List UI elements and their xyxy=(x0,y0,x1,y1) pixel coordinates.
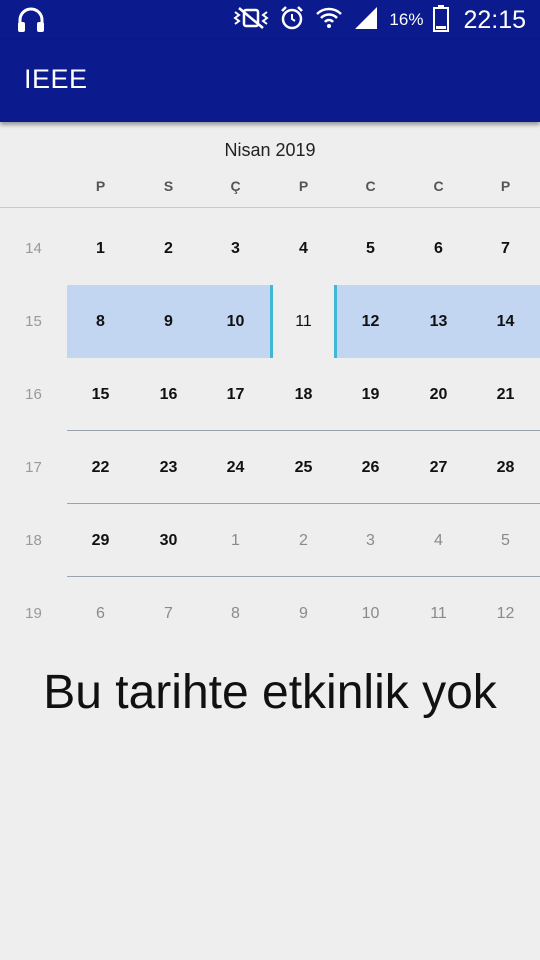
day-cell[interactable]: 2 xyxy=(135,212,202,285)
week-number: 14 xyxy=(25,240,42,257)
week-row: 17 22 23 24 25 26 27 28 xyxy=(0,431,540,504)
weekday-label: Ç xyxy=(230,178,241,194)
weekday-label: P xyxy=(95,178,106,194)
status-bar: 16% 22:15 xyxy=(0,0,540,40)
day-cell[interactable]: 15 xyxy=(67,358,134,431)
app-bar: IEEE xyxy=(0,40,540,122)
empty-events-message: Bu tarihte etkinlik yok xyxy=(43,666,497,719)
week-number: 15 xyxy=(25,313,42,330)
day-cell[interactable]: 17 xyxy=(202,358,269,431)
day-cell-other-month[interactable]: 8 xyxy=(202,577,269,650)
week-row: 18 29 30 1 2 3 4 5 xyxy=(0,504,540,577)
week-row: 15 8 9 10 11 12 13 14 xyxy=(0,285,540,358)
day-cell[interactable]: 7 xyxy=(472,212,539,285)
signal-icon xyxy=(353,5,379,36)
day-cell[interactable]: 25 xyxy=(270,431,337,504)
day-cell-other-month[interactable]: 10 xyxy=(337,577,404,650)
app-title: IEEE xyxy=(24,64,88,94)
day-cell[interactable]: 9 xyxy=(135,285,202,358)
day-cell[interactable]: 3 xyxy=(202,212,269,285)
day-cell[interactable]: 21 xyxy=(472,358,539,431)
day-cell[interactable]: 22 xyxy=(67,431,134,504)
day-cell[interactable]: 24 xyxy=(202,431,269,504)
week-row: 14 1 2 3 4 5 6 7 xyxy=(0,212,540,285)
week-row: 19 6 7 8 9 10 11 12 xyxy=(0,577,540,650)
day-cell-other-month[interactable]: 9 xyxy=(270,577,337,650)
day-cell[interactable]: 29 xyxy=(67,504,134,577)
day-cell[interactable]: 5 xyxy=(337,212,404,285)
week-number: 17 xyxy=(25,459,42,476)
day-cell-other-month[interactable]: 1 xyxy=(202,504,269,577)
alarm-icon xyxy=(279,5,305,36)
week-number: 16 xyxy=(25,386,42,403)
day-cell[interactable]: 26 xyxy=(337,431,404,504)
wifi-icon xyxy=(315,5,343,36)
selected-day-cell-label[interactable]: 11 xyxy=(270,285,337,358)
headphones-icon xyxy=(16,6,46,34)
day-cell[interactable]: 1 xyxy=(67,212,134,285)
weekday-label: S xyxy=(163,178,174,194)
battery-percent: 16% xyxy=(389,10,424,29)
weekday-label: P xyxy=(298,178,309,194)
day-cell[interactable]: 6 xyxy=(405,212,472,285)
day-cell[interactable]: 16 xyxy=(135,358,202,431)
weekday-label: C xyxy=(365,178,376,194)
day-cell-other-month[interactable]: 3 xyxy=(337,504,404,577)
day-cell-other-month[interactable]: 11 xyxy=(405,577,472,650)
month-title: Nisan 2019 xyxy=(224,140,316,160)
day-cell-other-month[interactable]: 7 xyxy=(135,577,202,650)
day-cell-other-month[interactable]: 5 xyxy=(472,504,539,577)
day-cell[interactable]: 27 xyxy=(405,431,472,504)
weekday-header: P S Ç P C C P xyxy=(0,178,540,200)
day-cell[interactable]: 12 xyxy=(337,285,404,358)
week-number: 19 xyxy=(25,605,42,622)
day-cell[interactable]: 23 xyxy=(135,431,202,504)
weekday-label: C xyxy=(433,178,444,194)
day-cell[interactable]: 20 xyxy=(405,358,472,431)
day-cell[interactable]: 8 xyxy=(67,285,134,358)
day-cell[interactable]: 14 xyxy=(472,285,539,358)
day-cell[interactable]: 30 xyxy=(135,504,202,577)
day-cell[interactable]: 28 xyxy=(472,431,539,504)
day-cell-other-month[interactable]: 4 xyxy=(405,504,472,577)
header-divider xyxy=(0,207,540,208)
day-cell-other-month[interactable]: 6 xyxy=(67,577,134,650)
day-cell[interactable]: 10 xyxy=(202,285,269,358)
day-cell[interactable]: 18 xyxy=(270,358,337,431)
day-cell[interactable]: 13 xyxy=(405,285,472,358)
week-number: 18 xyxy=(25,532,42,549)
vibrate-mute-icon xyxy=(233,6,270,35)
day-cell-other-month[interactable]: 12 xyxy=(472,577,539,650)
weekday-label: P xyxy=(500,178,511,194)
week-row: 16 15 16 17 18 19 20 21 xyxy=(0,358,540,431)
battery-icon xyxy=(433,4,450,37)
day-cell-other-month[interactable]: 2 xyxy=(270,504,337,577)
day-cell[interactable]: 19 xyxy=(337,358,404,431)
day-cell[interactable]: 4 xyxy=(270,212,337,285)
clock: 22:15 xyxy=(463,5,526,34)
